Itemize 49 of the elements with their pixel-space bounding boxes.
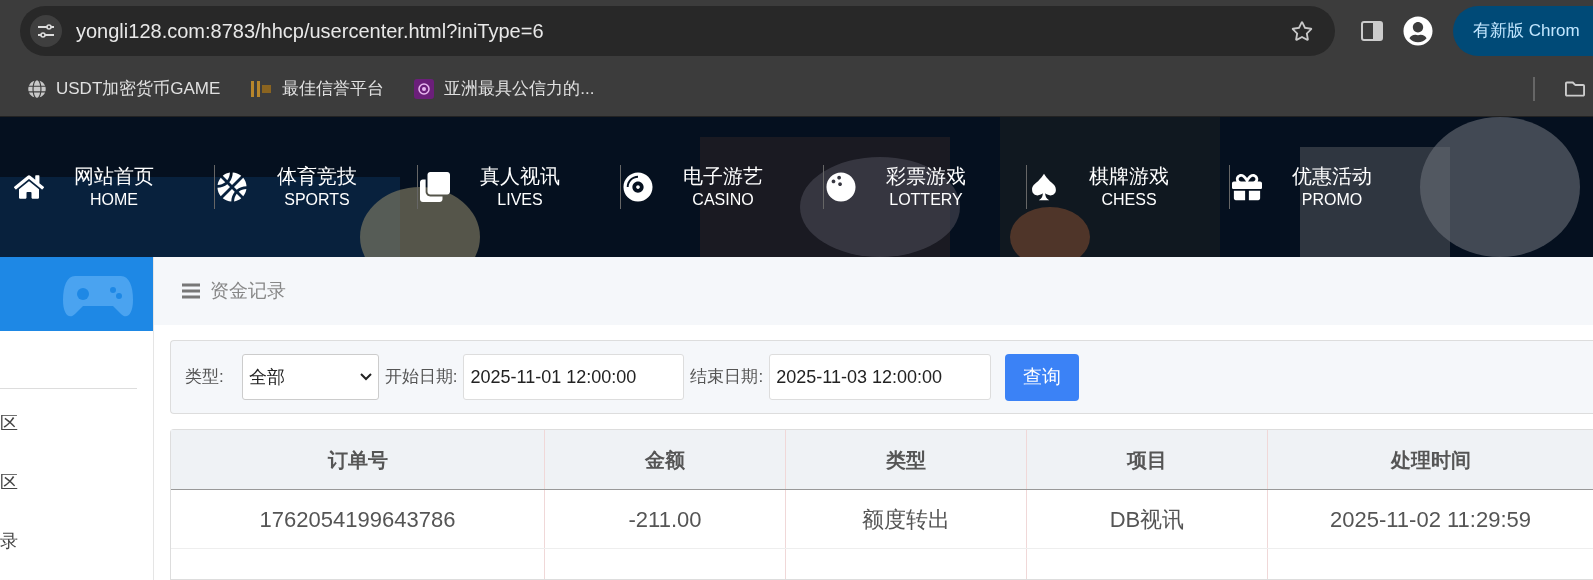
folder-icon[interactable] bbox=[1565, 79, 1585, 99]
filter-label: 开始日期: bbox=[384, 366, 458, 389]
nav-item[interactable]: 体育竞技 SPORTS bbox=[215, 163, 417, 211]
site-settings-icon[interactable] bbox=[30, 15, 62, 47]
bookmark[interactable]: USDT加密货币GAME bbox=[28, 76, 221, 102]
address-bar[interactable]: yongli128.com:8783/hhcp/usercenter.html?iniType=6 bbox=[20, 6, 1335, 56]
column-header: 金额 bbox=[544, 430, 785, 489]
page-title: 资金记录 bbox=[210, 278, 286, 303]
sidebar-item[interactable]: 录 bbox=[0, 507, 153, 566]
bookmark-star-icon[interactable] bbox=[1291, 20, 1313, 42]
nav-item[interactable]: 电子游艺 CASINO bbox=[621, 163, 823, 211]
logo-icon bbox=[250, 79, 273, 99]
nav-item[interactable]: 真人视讯 LIVES bbox=[418, 163, 620, 211]
nav-item[interactable]: 优惠活动 PROMO bbox=[1230, 163, 1432, 211]
gift-icon bbox=[1232, 172, 1262, 202]
table-cell: 额度转出 bbox=[785, 490, 1026, 548]
balls-icon bbox=[826, 172, 856, 202]
column-header: 项目 bbox=[1026, 430, 1267, 489]
cards-icon bbox=[420, 172, 450, 202]
sidebar-item[interactable]: 区 bbox=[0, 448, 153, 507]
table-cell: DB视讯 bbox=[1026, 490, 1267, 548]
nav-item[interactable]: 彩票游戏 LOTTERY bbox=[824, 163, 1026, 211]
table-cell-text: 1762054199643786 bbox=[258, 505, 457, 534]
url-text: yongli128.com:8783/hhcp/usercenter.html?iniType=6 bbox=[76, 19, 545, 44]
chevron-down-icon bbox=[359, 373, 372, 382]
house-icon bbox=[14, 172, 44, 202]
nav-item[interactable]: 网站首页 HOME bbox=[12, 163, 214, 211]
update-button[interactable]: 有新版 Chrom bbox=[1453, 6, 1593, 56]
sidebar-item[interactable]: 区 bbox=[0, 389, 153, 448]
end-date-field[interactable]: 2025-11-03 12:00:00 bbox=[769, 354, 992, 401]
flower-icon bbox=[414, 79, 435, 99]
profile-icon[interactable] bbox=[1403, 16, 1433, 46]
type-select[interactable]: 全部 bbox=[241, 354, 379, 401]
filter-label: 结束日期: bbox=[690, 366, 764, 389]
bookmark[interactable]: 亚洲最具公信力的... bbox=[414, 76, 595, 102]
menu-icon bbox=[182, 283, 200, 300]
column-header: 类型 bbox=[785, 430, 1026, 489]
nav-item[interactable]: 棋牌游戏 CHESS bbox=[1027, 163, 1229, 211]
side-panel-icon[interactable] bbox=[1361, 21, 1383, 41]
spade-icon bbox=[1029, 172, 1059, 202]
column-header: 订单号 bbox=[326, 447, 389, 473]
query-button[interactable]: 查询 bbox=[1005, 353, 1080, 401]
table-cell: 2025-11-02 11:29:59 bbox=[1267, 490, 1593, 548]
globe-icon bbox=[28, 80, 46, 98]
start-date-field[interactable]: 2025-11-01 12:00:00 bbox=[463, 354, 685, 401]
bookmark[interactable]: 最佳信誉平台 bbox=[250, 76, 385, 102]
filter-label: 类型: bbox=[185, 366, 224, 389]
column-header: 处理时间 bbox=[1267, 430, 1593, 489]
table-cell: -211.00 bbox=[544, 490, 785, 548]
